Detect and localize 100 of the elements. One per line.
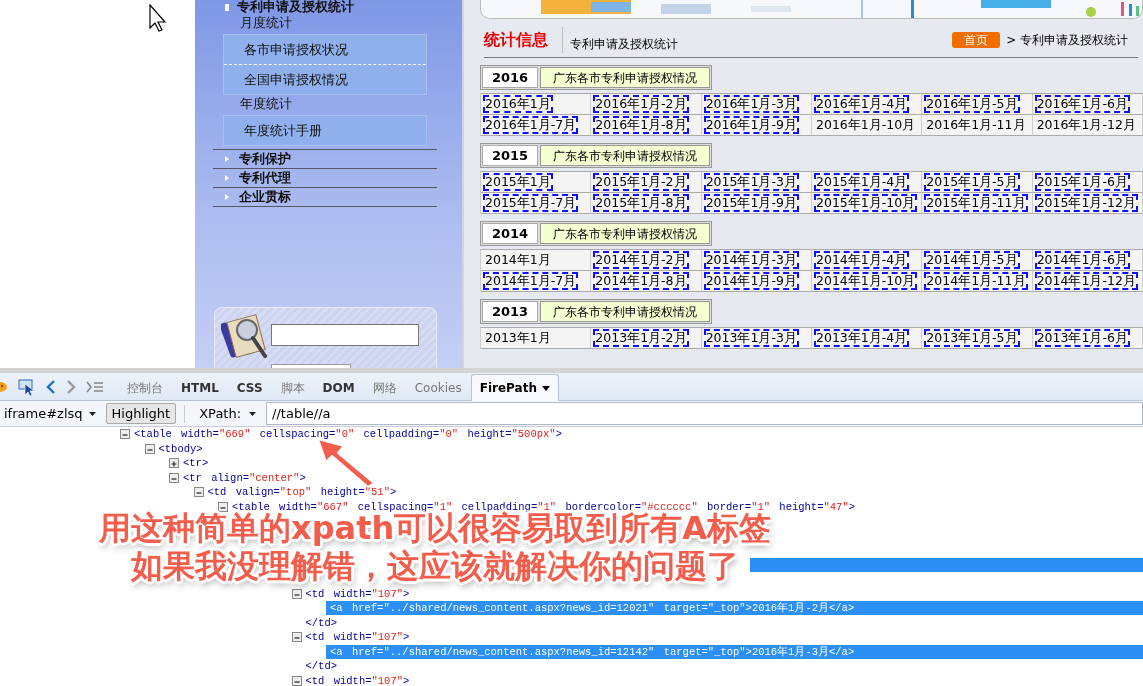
submenu-item[interactable]: 年度统计手册 bbox=[224, 116, 426, 145]
menu-heading[interactable]: 专利申请及授权统计 bbox=[237, 1, 354, 13]
code-line[interactable]: </td> bbox=[305, 616, 337, 629]
code-line[interactable]: <td valign="top" height="51"> bbox=[207, 486, 397, 499]
selected-row-highlight[interactable] bbox=[750, 557, 1143, 572]
year-label: 2013 bbox=[482, 301, 538, 322]
month-link[interactable]: 2013年1月-5月 bbox=[924, 329, 1020, 347]
panel-tab[interactable]: FirePath bbox=[470, 374, 559, 401]
table-caption: 广东各市专利申请授权情况 bbox=[540, 145, 710, 166]
annotation-text: 如果我没理解错，这应该就解决你的问题了 bbox=[131, 548, 739, 584]
arrow-icon bbox=[225, 194, 229, 200]
menu-item[interactable]: 专利代理 bbox=[213, 169, 437, 188]
collapse-icon[interactable] bbox=[291, 632, 302, 643]
code-line[interactable]: <td width="107"> bbox=[305, 631, 410, 644]
month-link[interactable]: 2016年1月-9月 bbox=[703, 116, 799, 134]
month-link[interactable]: 2016年1月-6月 bbox=[1034, 95, 1130, 113]
xpath-field[interactable]: //table//a bbox=[266, 402, 1143, 425]
month-link[interactable]: 2016年1月-10月 bbox=[814, 116, 918, 134]
month-link[interactable]: 2015年1月-4月 bbox=[814, 173, 910, 191]
menu-item[interactable]: 专利保护 bbox=[213, 150, 437, 169]
caret-icon bbox=[541, 385, 550, 391]
panel-tab[interactable]: HTML bbox=[172, 375, 228, 400]
month-link[interactable]: 2016年1月-2月 bbox=[593, 95, 689, 113]
month-link[interactable]: 2016年1月-12月 bbox=[1034, 116, 1138, 134]
month-link[interactable]: 2013年1月-6月 bbox=[1034, 329, 1130, 347]
group-label: 年度统计 bbox=[239, 95, 293, 112]
month-link[interactable]: 2016年1月 bbox=[483, 95, 553, 113]
cursor-icon bbox=[149, 4, 167, 32]
month-link[interactable]: 2014年1月-8月 bbox=[593, 272, 689, 290]
code-line[interactable]: </td> bbox=[305, 660, 337, 673]
month-link[interactable]: 2014年1月-11月 bbox=[924, 272, 1028, 290]
highlight-button[interactable]: Highlight bbox=[105, 403, 177, 424]
panel-tab[interactable]: CSS bbox=[227, 375, 272, 400]
month-link[interactable]: 2016年1月-5月 bbox=[924, 95, 1020, 113]
inspect-icon[interactable] bbox=[18, 378, 36, 396]
submenu-item[interactable]: 全国申请授权情况 bbox=[224, 64, 426, 94]
page-subtitle: 专利申请及授权统计 bbox=[570, 35, 679, 53]
month-link[interactable]: 2014年1月-9月 bbox=[703, 272, 799, 290]
month-link[interactable]: 2015年1月-6月 bbox=[1034, 173, 1130, 191]
month-link[interactable]: 2013年1月-3月 bbox=[703, 329, 799, 347]
month-link[interactable]: 2015年1月-11月 bbox=[924, 194, 1028, 212]
back-icon[interactable] bbox=[46, 380, 56, 394]
code-line[interactable]: <tbody> bbox=[158, 442, 203, 455]
group-label: 月度统计 bbox=[239, 14, 293, 31]
month-link[interactable]: 2015年1月-9月 bbox=[703, 194, 799, 212]
month-link[interactable]: 2016年1月-8月 bbox=[593, 116, 689, 134]
page-title: 统计信息 bbox=[484, 27, 563, 53]
month-link[interactable]: 2015年1月-2月 bbox=[593, 173, 689, 191]
month-link[interactable]: 2014年1月-12月 bbox=[1034, 272, 1138, 290]
caret-icon bbox=[249, 411, 257, 416]
command-line-icon[interactable] bbox=[86, 381, 104, 393]
month-link[interactable]: 2014年1月-6月 bbox=[1034, 251, 1130, 269]
collapse-icon[interactable] bbox=[169, 472, 179, 483]
code-line[interactable]: <table width="667" cellspacing="1" cellpadding="1" bordercolor="#cccccc" border="1" height="47"> bbox=[232, 500, 855, 513]
arrow-icon bbox=[225, 175, 229, 181]
code-line[interactable]: <tr> bbox=[183, 457, 209, 470]
month-link[interactable]: 2015年1月 bbox=[483, 173, 553, 191]
submenu-item[interactable]: 各市申请授权状况 bbox=[224, 35, 426, 64]
table-caption: 广东各市专利申请授权情况 bbox=[540, 301, 710, 322]
month-link[interactable]: 2013年1月 bbox=[483, 329, 553, 347]
month-link[interactable]: 2014年1月-5月 bbox=[924, 251, 1020, 269]
month-link[interactable]: 2015年1月-10月 bbox=[814, 194, 918, 212]
collapse-icon[interactable] bbox=[120, 429, 130, 440]
breadcrumb: > 专利申请及授权统计 bbox=[1006, 31, 1128, 49]
month-link[interactable]: 2016年1月-11月 bbox=[924, 116, 1028, 134]
collapse-icon[interactable] bbox=[218, 501, 228, 512]
bug-icon[interactable] bbox=[0, 380, 8, 394]
month-link[interactable]: 2016年1月-7月 bbox=[483, 116, 579, 134]
month-link[interactable]: 2015年1月-7月 bbox=[483, 194, 579, 212]
month-link[interactable]: 2015年1月-8月 bbox=[593, 194, 689, 212]
collapse-icon[interactable] bbox=[144, 443, 155, 454]
year-label: 2014 bbox=[482, 223, 538, 244]
table-caption: 广东各市专利申请授权情况 bbox=[540, 223, 710, 244]
month-link[interactable]: 2014年1月-3月 bbox=[703, 251, 799, 269]
menu-item[interactable]: 企业贯标 bbox=[213, 188, 437, 207]
forward-icon[interactable] bbox=[66, 380, 76, 394]
month-link[interactable]: 2014年1月-7月 bbox=[483, 272, 579, 290]
month-link[interactable]: 2016年1月-4月 bbox=[814, 95, 910, 113]
year-label: 2016 bbox=[482, 67, 538, 88]
month-link[interactable]: 2015年1月-12月 bbox=[1034, 194, 1138, 212]
month-link[interactable]: 2014年1月-2月 bbox=[593, 251, 689, 269]
code-line[interactable]: <table width="669" cellspacing="0" cellpadding="0" height="500px"> bbox=[134, 428, 562, 441]
frame-dropdown[interactable]: iframe#zlsq bbox=[0, 406, 102, 421]
month-link[interactable]: 2014年1月-10月 bbox=[814, 272, 918, 290]
collapse-icon[interactable] bbox=[291, 675, 302, 686]
xpath-dropdown[interactable]: XPath: bbox=[193, 406, 263, 421]
panel-tab[interactable]: DOM bbox=[313, 375, 364, 400]
month-link[interactable]: 2015年1月-3月 bbox=[703, 173, 799, 191]
collapse-icon[interactable] bbox=[193, 487, 204, 498]
code-line[interactable]: <td width="107"> bbox=[305, 674, 410, 686]
code-line[interactable]: <td width="107"> bbox=[305, 587, 410, 600]
month-link[interactable]: 2013年1月-4月 bbox=[814, 329, 910, 347]
expand-icon[interactable] bbox=[169, 458, 179, 469]
month-link[interactable]: 2016年1月-3月 bbox=[703, 95, 799, 113]
month-link[interactable]: 2014年1月 bbox=[483, 251, 553, 269]
month-link[interactable]: 2013年1月-2月 bbox=[593, 329, 689, 347]
month-link[interactable]: 2014年1月-4月 bbox=[814, 251, 910, 269]
code-line[interactable]: <tr align="center"> bbox=[183, 471, 306, 484]
search-field[interactable] bbox=[271, 324, 419, 346]
month-link[interactable]: 2015年1月-5月 bbox=[924, 173, 1020, 191]
